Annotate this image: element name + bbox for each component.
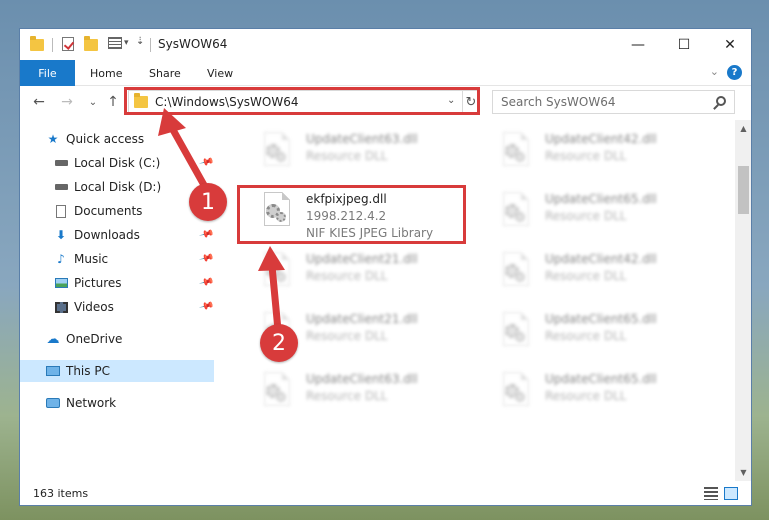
- download-icon: ⬇: [55, 228, 67, 242]
- list-item[interactable]: UpdateClient42.dll Resource DLL: [499, 128, 719, 184]
- dll-file-icon: [260, 252, 294, 292]
- sidebar-item-music[interactable]: ♪ Music 📌: [20, 248, 214, 270]
- dll-file-icon: [260, 132, 294, 172]
- sidebar-item-pictures[interactable]: Pictures 📌: [20, 272, 214, 294]
- pin-icon[interactable]: 📌: [198, 251, 214, 267]
- item-count: 163 items: [33, 487, 89, 500]
- videos-icon: [54, 300, 68, 314]
- status-bar: 163 items: [20, 481, 751, 505]
- vertical-scrollbar[interactable]: ▲ ▼: [735, 120, 751, 481]
- network-icon: [46, 396, 60, 410]
- step-badge-2: 2: [260, 324, 298, 362]
- details-view-icon[interactable]: [704, 487, 718, 500]
- search-placeholder: Search SysWOW64: [501, 95, 616, 109]
- sidebar-item-local-disk-d[interactable]: Local Disk (D:): [20, 176, 214, 198]
- folder-icon: [30, 36, 46, 53]
- list-item[interactable]: UpdateClient65.dll Resource DLL: [499, 368, 719, 424]
- sidebar-item-downloads[interactable]: ⬇ Downloads 📌: [20, 224, 214, 246]
- music-icon: ♪: [57, 252, 65, 266]
- tab-home[interactable]: Home: [90, 60, 122, 86]
- list-item[interactable]: UpdateClient65.dll Resource DLL: [499, 188, 719, 244]
- maximize-button[interactable]: ☐: [661, 29, 707, 60]
- sidebar-item-network[interactable]: Network: [20, 392, 214, 414]
- minimize-button[interactable]: —: [615, 29, 661, 60]
- scrollbar-thumb[interactable]: [738, 166, 749, 214]
- tab-view[interactable]: View: [207, 60, 233, 86]
- drive-icon: [54, 180, 68, 194]
- recent-locations-button[interactable]: ⌄: [84, 93, 102, 111]
- dll-file-icon: [499, 132, 533, 172]
- dll-file-icon: [499, 252, 533, 292]
- scroll-up-icon[interactable]: ▲: [735, 120, 751, 137]
- sidebar-item-quick-access[interactable]: ★ Quick access: [20, 128, 214, 150]
- pin-icon[interactable]: 📌: [198, 299, 214, 315]
- star-icon: ★: [47, 132, 59, 146]
- dll-file-icon: [499, 312, 533, 352]
- dll-file-icon: [499, 372, 533, 412]
- back-button[interactable]: ←: [30, 93, 48, 111]
- cloud-icon: ☁: [46, 331, 60, 347]
- list-item[interactable]: UpdateClient63.dll Resource DLL: [260, 128, 480, 184]
- new-folder-icon[interactable]: [84, 36, 100, 53]
- window-title: SysWOW64: [158, 37, 228, 51]
- list-item[interactable]: UpdateClient21.dll Resource DLL: [260, 248, 480, 304]
- search-icon[interactable]: [716, 96, 726, 106]
- title-bar: ▾ ⇣ SysWOW64 — ☐ ✕: [20, 29, 751, 60]
- close-button[interactable]: ✕: [707, 29, 751, 60]
- properties-check-icon[interactable]: [62, 37, 78, 53]
- step-badge-1: 1: [189, 183, 227, 221]
- sidebar-item-local-disk-c[interactable]: Local Disk (C:) 📌: [20, 152, 214, 174]
- large-icons-view-icon[interactable]: [724, 487, 738, 500]
- documents-icon: [54, 204, 68, 218]
- expand-ribbon-icon[interactable]: ⌄: [710, 65, 719, 78]
- customize-toolbar-icon[interactable]: [108, 37, 124, 53]
- dll-file-icon: [499, 192, 533, 232]
- forward-button[interactable]: →: [58, 93, 76, 111]
- sidebar-item-onedrive[interactable]: ☁ OneDrive: [20, 328, 214, 350]
- tab-file[interactable]: File: [20, 60, 75, 86]
- pin-icon[interactable]: 📌: [198, 275, 214, 291]
- computer-icon: [46, 364, 60, 378]
- help-icon[interactable]: ?: [727, 65, 742, 80]
- file-list: UpdateClient63.dll Resource DLL ekfpixjp…: [214, 120, 735, 481]
- list-item[interactable]: UpdateClient65.dll Resource DLL: [499, 308, 719, 364]
- drive-icon: [54, 156, 68, 170]
- search-input[interactable]: Search SysWOW64: [492, 90, 735, 114]
- sidebar-item-documents[interactable]: Documents 📌: [20, 200, 214, 222]
- address-bar-highlight: [124, 87, 480, 115]
- dll-file-icon: [260, 372, 294, 412]
- tab-share[interactable]: Share: [149, 60, 181, 86]
- sidebar-item-videos[interactable]: Videos 📌: [20, 296, 214, 318]
- pin-icon[interactable]: 📌: [198, 155, 214, 171]
- list-item[interactable]: UpdateClient63.dll Resource DLL: [260, 368, 480, 424]
- sidebar-item-this-pc[interactable]: This PC: [20, 360, 214, 382]
- pin-icon[interactable]: 📌: [198, 227, 214, 243]
- ribbon: File Home Share View ⌄ ?: [20, 60, 751, 86]
- up-button[interactable]: ↑: [104, 93, 122, 111]
- navigation-pane: ★ Quick access Local Disk (C:) 📌 Local D…: [20, 120, 214, 481]
- list-item[interactable]: UpdateClient42.dll Resource DLL: [499, 248, 719, 304]
- pictures-icon: [54, 276, 68, 290]
- file-highlight: [237, 185, 466, 244]
- scroll-down-icon[interactable]: ▼: [735, 464, 751, 481]
